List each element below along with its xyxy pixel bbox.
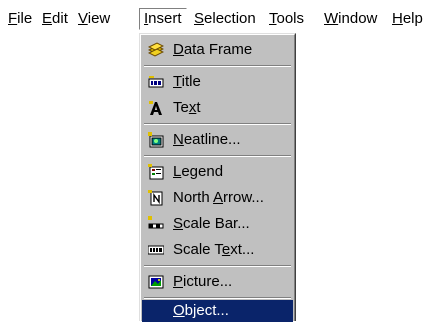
menu-help[interactable]: Help xyxy=(388,8,427,30)
legend-icon xyxy=(148,164,164,180)
menu-item-picture[interactable]: Picture... xyxy=(142,269,293,295)
menu-item-scale-text[interactable]: Scale Text... xyxy=(142,237,293,263)
menu-insert[interactable]: Insert xyxy=(139,8,187,30)
menu-item-scale-bar[interactable]: Scale Bar... xyxy=(142,211,293,237)
menu-separator xyxy=(144,265,291,267)
menu-item-object[interactable]: Object... xyxy=(142,300,293,322)
menu-bar: File Edit View Insert Selection Tools Wi… xyxy=(0,6,436,33)
neatline-icon xyxy=(148,132,164,148)
menu-view[interactable]: View xyxy=(74,8,114,30)
menu-separator xyxy=(144,65,291,67)
menu-window[interactable]: Window xyxy=(320,8,381,30)
north-arrow-icon xyxy=(148,190,164,206)
scale-bar-icon xyxy=(148,216,164,232)
insert-dropdown-menu: Data Frame Title Text Neatline... Legend… xyxy=(139,33,296,322)
menu-tools[interactable]: Tools xyxy=(265,8,308,30)
menu-item-north-arrow[interactable]: North Arrow... xyxy=(142,185,293,211)
menu-separator xyxy=(144,155,291,157)
menu-file[interactable]: File xyxy=(4,8,36,30)
menu-selection[interactable]: Selection xyxy=(190,8,260,30)
menu-separator xyxy=(144,297,291,299)
menu-edit[interactable]: Edit xyxy=(38,8,72,30)
menu-separator xyxy=(144,123,291,125)
scale-text-icon xyxy=(147,242,165,258)
menu-item-text[interactable]: Text xyxy=(142,95,293,121)
picture-icon xyxy=(148,274,164,290)
title-icon xyxy=(148,74,164,90)
data-frame-icon xyxy=(147,42,165,58)
menu-item-title[interactable]: Title xyxy=(142,69,293,95)
menu-item-data-frame[interactable]: Data Frame xyxy=(142,37,293,63)
menu-item-legend[interactable]: Legend xyxy=(142,159,293,185)
text-icon xyxy=(148,100,164,116)
menu-item-neatline[interactable]: Neatline... xyxy=(142,127,293,153)
